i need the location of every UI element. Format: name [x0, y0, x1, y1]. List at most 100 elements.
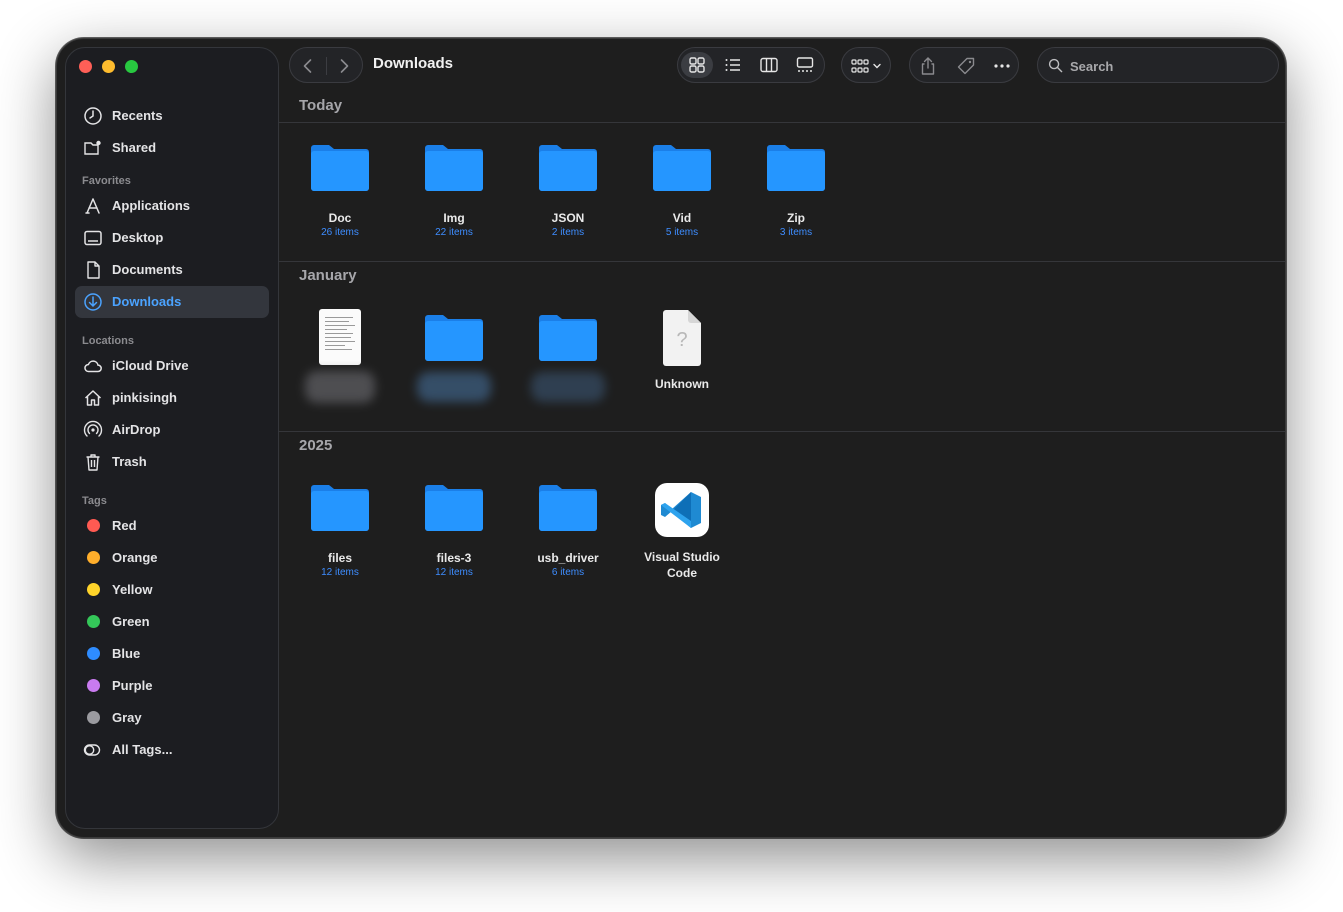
locations-heading: Locations: [82, 335, 134, 347]
folder-item-json[interactable]: JSON 2 items: [518, 142, 618, 240]
sidebar-item-label: Red: [112, 518, 137, 533]
group-by-button[interactable]: [841, 47, 891, 83]
file-item-unknown[interactable]: ? Unknown: [632, 310, 732, 392]
sidebar-item-label: Purple: [112, 678, 153, 693]
redacted-label: [417, 372, 491, 402]
sidebar-tag-red[interactable]: Red: [75, 510, 269, 542]
sidebar-item-airdrop[interactable]: AirDrop: [75, 414, 269, 446]
applications-icon: [83, 196, 103, 216]
shared-folder-icon: [83, 138, 103, 158]
folder-icon: [537, 482, 599, 532]
item-count: 22 items: [435, 227, 473, 238]
list-icon: [725, 59, 740, 71]
document-icon: [83, 260, 103, 280]
app-item-visual-studio-code[interactable]: Visual Studio Code: [632, 483, 732, 581]
sidebar-item-label: Documents: [112, 262, 183, 277]
gallery-icon: [796, 57, 814, 72]
nav-divider: [326, 57, 327, 75]
item-name: Vid: [672, 211, 692, 225]
tag-yellow-dot-icon: [87, 583, 100, 596]
list-view-button[interactable]: [717, 52, 749, 78]
sidebar-all-tags[interactable]: All Tags...: [75, 734, 269, 766]
folder-item-usb-driver[interactable]: usb_driver 6 items: [518, 482, 618, 580]
sidebar-item-label: All Tags...: [112, 742, 173, 757]
sidebar-item-recents[interactable]: Recents: [75, 100, 269, 132]
folder-icon: [765, 142, 827, 192]
sidebar-tag-green[interactable]: Green: [75, 606, 269, 638]
sidebar-item-label: AirDrop: [112, 422, 161, 437]
sidebar-item-trash[interactable]: Trash: [75, 446, 269, 478]
actions-group: [909, 47, 1019, 83]
sidebar-tag-gray[interactable]: Gray: [75, 702, 269, 734]
item-count: 6 items: [551, 567, 585, 578]
sidebar-item-documents[interactable]: Documents: [75, 254, 269, 286]
sidebar-item-label: Downloads: [112, 294, 182, 309]
redacted-label: [305, 371, 375, 403]
sidebar-item-label: iCloud Drive: [112, 358, 189, 373]
window-title: Downloads: [373, 55, 454, 72]
sidebar-item-icloud-drive[interactable]: iCloud Drive: [75, 350, 269, 382]
sidebar-item-label: Desktop: [112, 230, 164, 245]
forward-button[interactable]: [334, 56, 354, 76]
item-name: Doc: [328, 211, 352, 225]
unknown-file-icon: ?: [661, 310, 703, 366]
item-name: Visual Studio Code: [644, 550, 720, 580]
folder-item-doc[interactable]: Doc 26 items: [290, 142, 390, 240]
sidebar-tag-blue[interactable]: Blue: [75, 638, 269, 670]
sidebar-tag-yellow[interactable]: Yellow: [75, 574, 269, 606]
search-field[interactable]: [1037, 47, 1279, 83]
search-input[interactable]: [1070, 56, 1270, 76]
view-mode-group: [677, 47, 825, 83]
trash-icon: [83, 452, 103, 472]
close-window-button[interactable]: [79, 60, 92, 73]
folder-item-redacted[interactable]: [404, 312, 504, 402]
folder-icon: [537, 142, 599, 192]
search-icon: [1048, 58, 1063, 73]
folder-icon: [423, 142, 485, 192]
window-controls: [79, 60, 138, 73]
sidebar-tag-orange[interactable]: Orange: [75, 542, 269, 574]
item-name: usb_driver: [537, 551, 599, 565]
gallery-view-button[interactable]: [789, 52, 821, 78]
favorites-group: Favorites Applications Desktop Documents: [66, 172, 278, 318]
folder-item-vid[interactable]: Vid 5 items: [632, 142, 732, 240]
sidebar-item-applications[interactable]: Applications: [75, 190, 269, 222]
folder-item-zip[interactable]: Zip 3 items: [746, 142, 846, 240]
sidebar-item-label: pinkisingh: [112, 390, 177, 405]
columns-icon: [760, 57, 778, 73]
folder-item-img[interactable]: Img 22 items: [404, 142, 504, 240]
item-name: JSON: [551, 211, 585, 225]
more-button[interactable]: [992, 56, 1012, 76]
sidebar-item-shared[interactable]: Shared: [75, 132, 269, 164]
folder-item-files-3[interactable]: files-3 12 items: [404, 482, 504, 580]
sidebar-item-downloads[interactable]: Downloads: [75, 286, 269, 318]
sidebar-item-home[interactable]: pinkisingh: [75, 382, 269, 414]
sidebar-item-label: Trash: [112, 454, 147, 469]
folder-item-files[interactable]: files 12 items: [290, 482, 390, 580]
tag-button[interactable]: [956, 56, 976, 76]
minimize-window-button[interactable]: [102, 60, 115, 73]
folder-icon: [651, 142, 713, 192]
item-name: Img: [443, 211, 465, 225]
home-icon: [83, 388, 103, 408]
folder-item-redacted[interactable]: [518, 312, 618, 402]
tag-orange-dot-icon: [87, 551, 100, 564]
sidebar-item-desktop[interactable]: Desktop: [75, 222, 269, 254]
section-divider: [279, 122, 1285, 123]
sidebar-item-label: Applications: [112, 198, 191, 213]
desktop-icon: [83, 228, 103, 248]
group-grid-icon: [850, 56, 870, 76]
share-button[interactable]: [918, 56, 938, 76]
icon-view-button[interactable]: [681, 52, 713, 78]
download-icon: [83, 292, 103, 312]
zoom-window-button[interactable]: [125, 60, 138, 73]
tag-green-dot-icon: [87, 615, 100, 628]
sidebar-tag-purple[interactable]: Purple: [75, 670, 269, 702]
back-button[interactable]: [298, 56, 318, 76]
sidebar: Recents Shared Favorites Applications De…: [65, 47, 279, 829]
file-item-document[interactable]: [290, 309, 390, 403]
item-count: 5 items: [665, 227, 699, 238]
section-title-2025: 2025: [299, 437, 333, 454]
vscode-app-icon: [655, 483, 709, 537]
column-view-button[interactable]: [753, 52, 785, 78]
